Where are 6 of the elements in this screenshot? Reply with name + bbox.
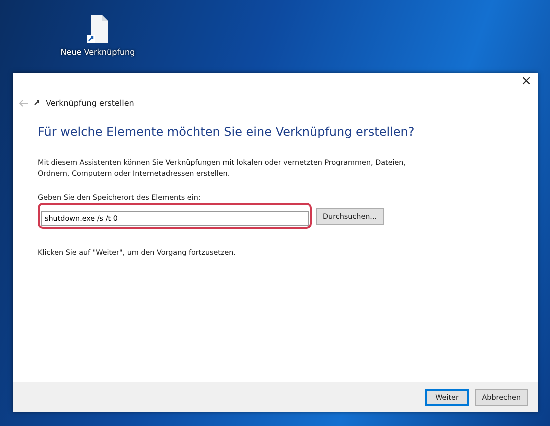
close-button[interactable]: × bbox=[515, 73, 538, 91]
desktop-icon-label[interactable]: Neue Verknüpfung bbox=[60, 48, 136, 57]
window-title: Verknüpfung erstellen bbox=[46, 98, 134, 108]
shortcut-file-icon[interactable] bbox=[87, 14, 109, 44]
page-heading: Für welche Elemente möchten Sie eine Verknüpfung erstellen? bbox=[38, 125, 416, 139]
shortcut-icon bbox=[34, 100, 40, 106]
